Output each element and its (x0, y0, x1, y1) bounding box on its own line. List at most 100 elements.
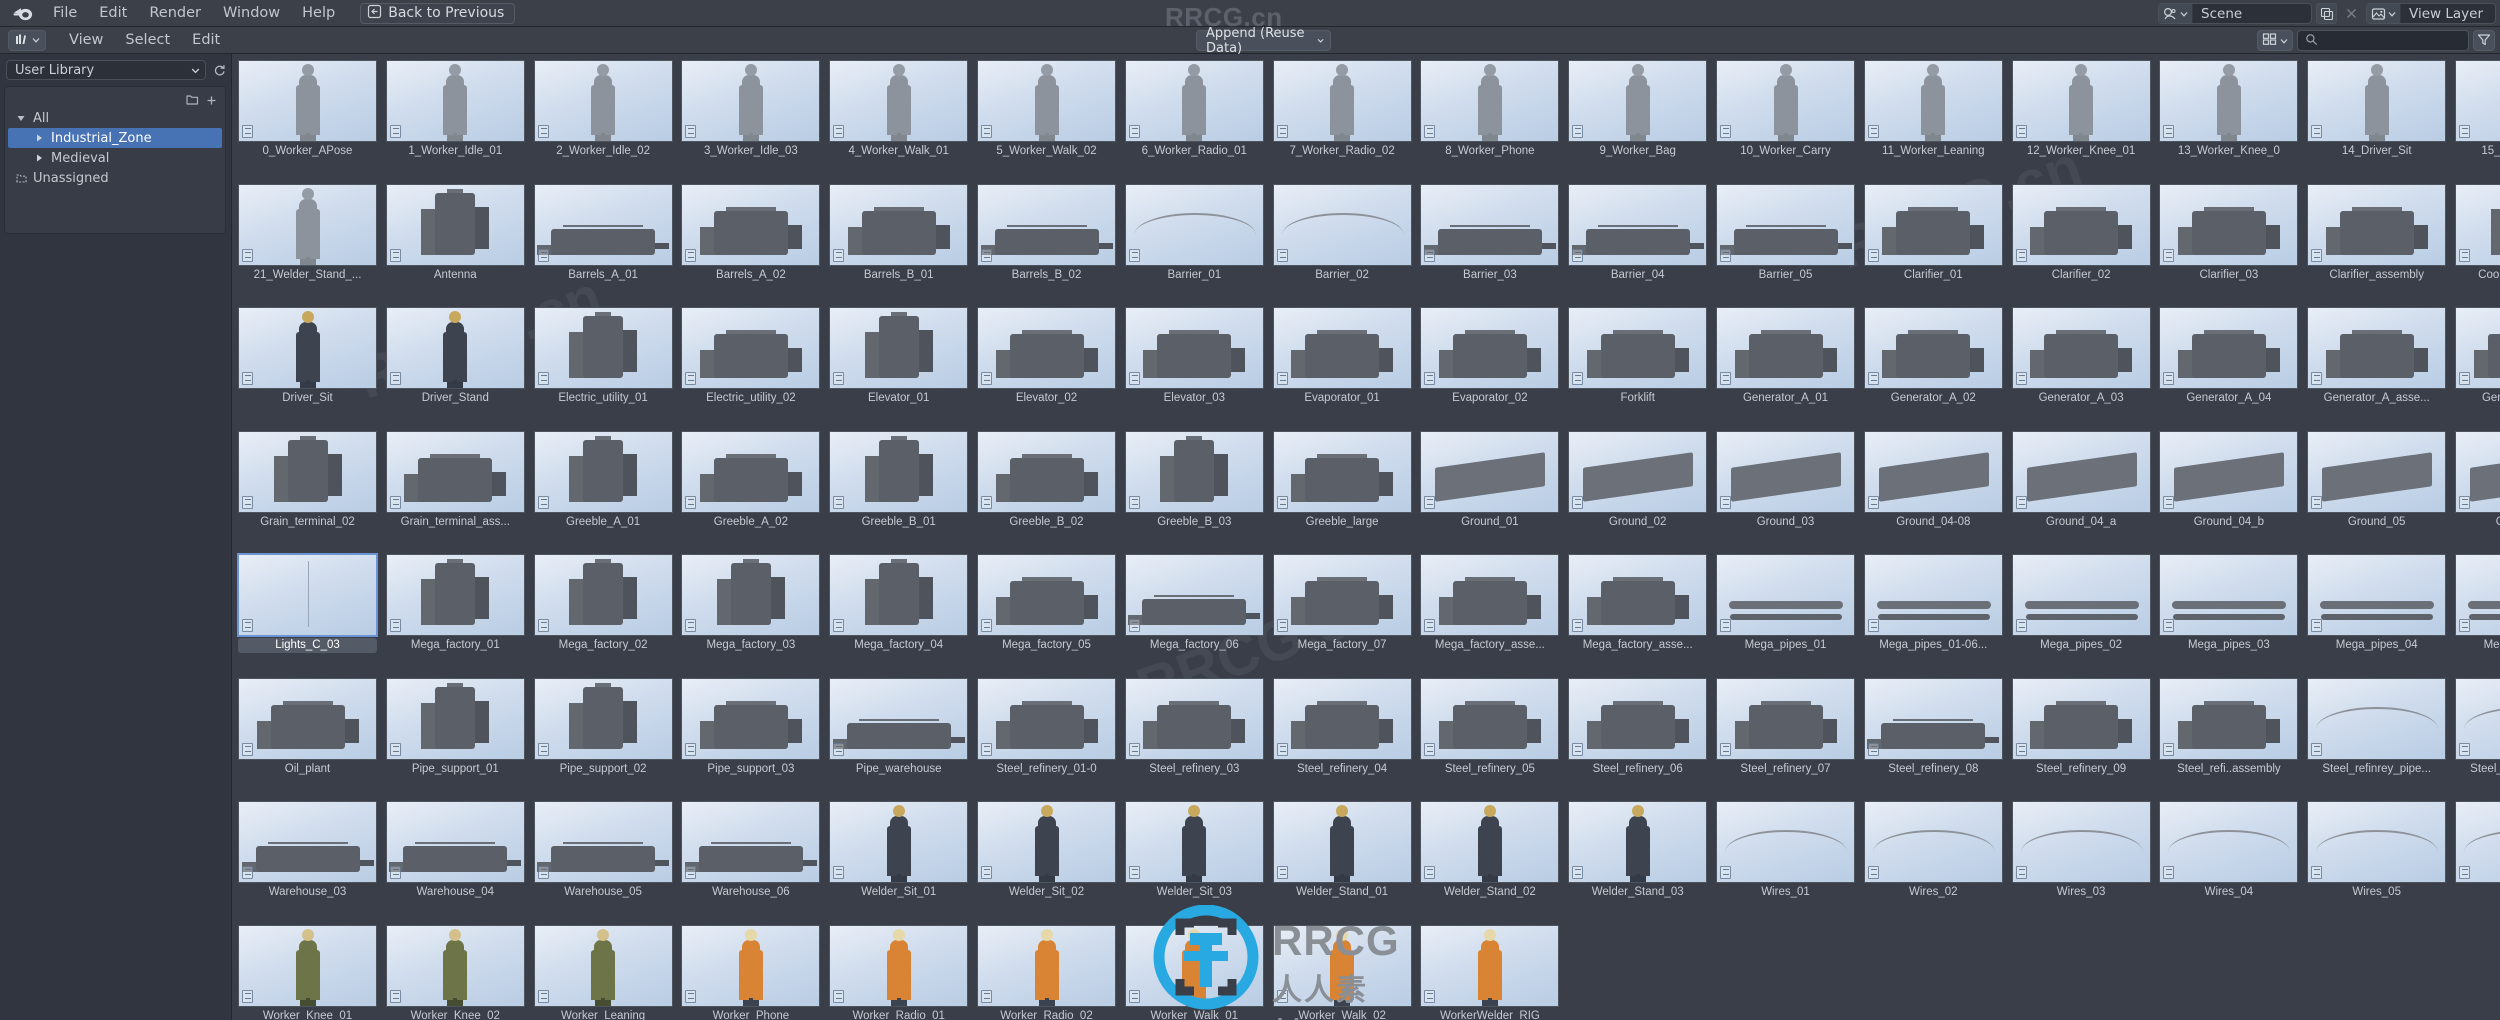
asset-thumbnail[interactable] (1864, 431, 2003, 513)
asset-item[interactable]: Generator_A_03 (2012, 307, 2151, 406)
asset-thumbnail[interactable] (2455, 184, 2500, 266)
top-menu-window[interactable]: Window (212, 1, 291, 25)
asset-item[interactable]: 14_Driver_Sit (2307, 60, 2446, 159)
asset-item[interactable]: Barrels_A_02 (681, 184, 820, 283)
asset-thumbnail[interactable] (1420, 307, 1559, 389)
asset-thumbnail[interactable] (1568, 431, 1707, 513)
asset-thumbnail[interactable] (1420, 678, 1559, 760)
asset-item[interactable]: Mega_factory_07 (1273, 554, 1412, 653)
asset-item[interactable]: Worker_Walk_02 (1273, 925, 1412, 1020)
asset-thumbnail[interactable] (1864, 60, 2003, 142)
asset-item[interactable]: Elevator_01 (829, 307, 968, 406)
asset-thumbnail[interactable] (238, 554, 377, 636)
top-menu-edit[interactable]: Edit (88, 1, 138, 25)
asset-item[interactable]: 11_Worker_Leaning (1864, 60, 2003, 159)
asset-item[interactable]: Mega_pipes_04 (2307, 554, 2446, 653)
asset-thumbnail[interactable] (386, 184, 525, 266)
asset-thumbnail[interactable] (1716, 307, 1855, 389)
filter-button[interactable] (2473, 30, 2495, 51)
asset-item[interactable]: Warehouse_06 (681, 801, 820, 900)
asset-item[interactable]: Lights_C_03 (238, 554, 377, 653)
asset-item[interactable]: Mega_pipes_02 (2012, 554, 2151, 653)
asset-thumbnail[interactable] (2012, 678, 2151, 760)
asset-thumbnail[interactable] (1864, 307, 2003, 389)
asset-item[interactable]: Pipe_support_02 (534, 678, 673, 777)
top-menu-render[interactable]: Render (138, 1, 212, 25)
view-layer-icon[interactable] (2367, 4, 2401, 23)
asset-thumbnail[interactable] (681, 925, 820, 1007)
scene-name[interactable]: Scene (2193, 6, 2311, 22)
asset-thumbnail[interactable] (2455, 431, 2500, 513)
asset-thumbnail[interactable] (1420, 431, 1559, 513)
asset-thumbnail[interactable] (1420, 925, 1559, 1007)
asset-thumbnail[interactable] (2159, 554, 2298, 636)
asset-item[interactable]: Pipe_support_01 (386, 678, 525, 777)
asset-thumbnail[interactable] (2307, 554, 2446, 636)
asset-item[interactable]: Pipe_support_03 (681, 678, 820, 777)
asset-item[interactable]: Mega_factory_04 (829, 554, 968, 653)
asset-item[interactable]: Mega_factory_05 (977, 554, 1116, 653)
top-menu-file[interactable]: File (42, 1, 88, 25)
asset-item[interactable]: Ground_03 (1716, 431, 1855, 530)
asset-thumbnail[interactable] (534, 925, 673, 1007)
asset-thumbnail[interactable] (2012, 801, 2151, 883)
asset-thumbnail[interactable] (534, 554, 673, 636)
asset-item[interactable]: Elevator_02 (977, 307, 1116, 406)
asset-thumbnail[interactable] (1420, 184, 1559, 266)
scene-selector[interactable]: Scene (2158, 3, 2312, 24)
asset-thumbnail[interactable] (238, 184, 377, 266)
asset-item[interactable]: 12_Worker_Knee_01 (2012, 60, 2151, 159)
asset-item[interactable]: Electric_utility_01 (534, 307, 673, 406)
asset-item[interactable]: Oil_plant (238, 678, 377, 777)
display-mode-button[interactable] (2257, 30, 2293, 51)
asset-thumbnail[interactable] (829, 431, 968, 513)
asset-thumbnail[interactable] (2307, 431, 2446, 513)
asset-thumbnail[interactable] (681, 554, 820, 636)
asset-item[interactable]: Steel_refinery_03 (1125, 678, 1264, 777)
asset-item[interactable]: Welder_Stand_03 (1568, 801, 1707, 900)
asset-thumbnail[interactable] (2159, 184, 2298, 266)
asset-thumbnail[interactable] (534, 184, 673, 266)
asset-thumbnail[interactable] (829, 60, 968, 142)
asset-thumbnail[interactable] (2307, 801, 2446, 883)
asset-thumbnail[interactable] (1125, 554, 1264, 636)
asset-item[interactable]: Worker_Phone (681, 925, 820, 1020)
asset-item[interactable]: Warehouse_03 (238, 801, 377, 900)
asset-item[interactable]: Barrier_01 (1125, 184, 1264, 283)
catalog-item-all[interactable]: All (5, 108, 225, 128)
asset-grid[interactable]: RRCG.cn RRCG.cn RRCG.cn 0_Worker_APose1_… (232, 54, 2500, 1020)
asset-thumbnail[interactable] (1864, 184, 2003, 266)
asset-item[interactable]: Mega_pipes_01 (1716, 554, 1855, 653)
asset-thumbnail[interactable] (386, 60, 525, 142)
asset-thumbnail[interactable] (1716, 678, 1855, 760)
asset-thumbnail[interactable] (238, 801, 377, 883)
asset-item[interactable]: Steel_refinrey_pipe... (2307, 678, 2446, 777)
import-method-dropdown[interactable]: Append (Reuse Data) (1196, 30, 1331, 51)
asset-thumbnail[interactable] (1125, 801, 1264, 883)
asset-item[interactable]: 9_Worker_Bag (1568, 60, 1707, 159)
asset-item[interactable]: Mega_factory_asse... (1420, 554, 1559, 653)
asset-item[interactable]: Driver_Stand (386, 307, 525, 406)
asset-thumbnail[interactable] (2159, 801, 2298, 883)
asset-item[interactable]: Mega_factory_02 (534, 554, 673, 653)
asset-item[interactable]: Clarifier_assembly (2307, 184, 2446, 283)
asset-thumbnail[interactable] (2159, 307, 2298, 389)
asset-item[interactable]: Ground_04_b (2159, 431, 2298, 530)
asset-item[interactable]: Greeble_B_01 (829, 431, 968, 530)
asset-thumbnail[interactable] (2012, 184, 2151, 266)
asset-thumbnail[interactable] (2455, 801, 2500, 883)
asset-thumbnail[interactable] (829, 307, 968, 389)
asset-item[interactable]: Welder_Sit_03 (1125, 801, 1264, 900)
asset-item[interactable]: Generator_A_04 (2159, 307, 2298, 406)
asset-thumbnail[interactable] (2012, 60, 2151, 142)
asset-thumbnail[interactable] (238, 678, 377, 760)
asset-thumbnail[interactable] (2159, 431, 2298, 513)
asset-thumbnail[interactable] (1716, 431, 1855, 513)
asset-item[interactable]: 1_Worker_Idle_01 (386, 60, 525, 159)
refresh-library-button[interactable] (211, 60, 227, 80)
asset-item[interactable]: Worker_Radio_01 (829, 925, 968, 1020)
asset-thumbnail[interactable] (1716, 60, 1855, 142)
asset-item[interactable]: Steel_refinery_09 (2012, 678, 2151, 777)
asset-item[interactable]: Electric_utility_02 (681, 307, 820, 406)
asset-thumbnail[interactable] (386, 554, 525, 636)
